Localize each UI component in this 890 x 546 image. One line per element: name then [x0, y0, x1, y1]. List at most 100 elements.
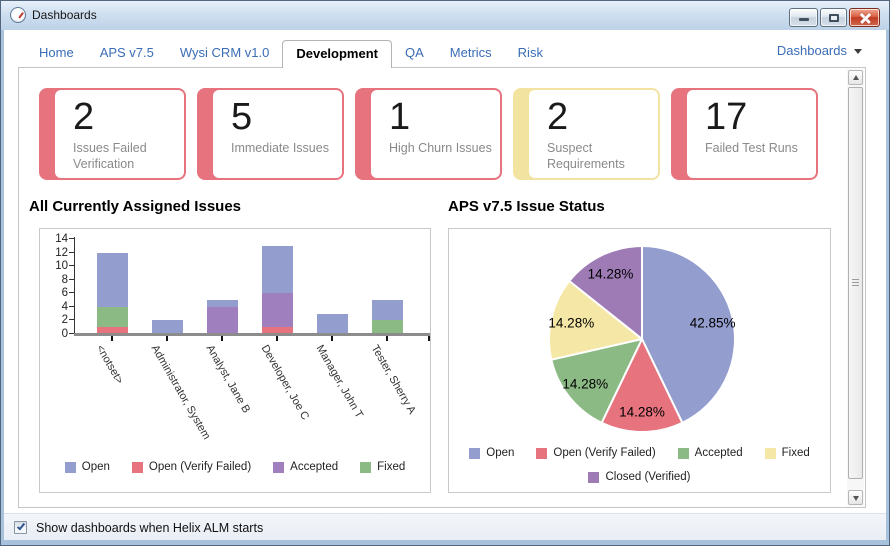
- dashboards-dropdown[interactable]: Dashboards: [777, 43, 862, 58]
- legend-item-accepted: Accepted: [678, 447, 743, 459]
- y-tick-mark: [69, 238, 74, 239]
- pie-chart-legend-row-2: Closed (Verified): [449, 471, 830, 483]
- maximize-button[interactable]: [820, 8, 847, 27]
- show-dashboards-checkbox[interactable]: [14, 521, 27, 534]
- kpi-label: Issues Failed Verification: [73, 140, 178, 172]
- kpi-card-body: 2Issues Failed Verification: [55, 90, 184, 178]
- app-window: Dashboards HomeAPS v7.5Wysi CRM v1.0Deve…: [0, 0, 890, 546]
- window-controls: [789, 8, 880, 27]
- pie-slice-label: 14.28%: [548, 315, 594, 330]
- bar-segment-fixed: [97, 307, 128, 327]
- tab-strip: HomeAPS v7.5Wysi CRM v1.0DevelopmentQAMe…: [26, 40, 556, 67]
- pie-slice-label: 14.28%: [562, 377, 608, 392]
- bar-chart-legend: Open Open (Verify Failed) Accepted Fixed: [40, 461, 430, 473]
- kpi-card-issues-failed-verification[interactable]: 2Issues Failed Verification: [39, 88, 186, 180]
- x-axis-labels: <notset>Administrator, SystemAnalyst, Ja…: [40, 341, 430, 459]
- close-button[interactable]: [849, 8, 880, 27]
- tab-development[interactable]: Development: [282, 40, 392, 68]
- legend-swatch: [536, 448, 547, 459]
- legend-swatch: [588, 472, 599, 483]
- tab-qa[interactable]: QA: [392, 40, 437, 67]
- kpi-value: 2: [547, 96, 652, 138]
- y-tick-mark: [69, 306, 74, 307]
- legend-swatch: [132, 462, 143, 473]
- kpi-label: Immediate Issues: [231, 140, 336, 156]
- bar-segment-open: [262, 246, 293, 294]
- tab-risk[interactable]: Risk: [505, 40, 556, 67]
- legend-label: Open (Verify Failed): [149, 461, 251, 473]
- legend-label: Open: [82, 461, 110, 473]
- bar-segment-open: [97, 253, 128, 307]
- legend-label: Fixed: [377, 461, 405, 473]
- bar-chart-box: <notset>Administrator, SystemAnalyst, Ja…: [39, 228, 431, 493]
- x-tick-mark: [276, 336, 278, 341]
- bar-segment-accepted: [207, 307, 238, 334]
- y-tick-label: 12: [40, 246, 68, 260]
- kpi-card-failed-test-runs[interactable]: 17 Failed Test Runs: [671, 88, 818, 180]
- kpi-card-immediate-issues[interactable]: 5Immediate Issues: [197, 88, 344, 180]
- legend-swatch: [469, 448, 480, 459]
- y-tick-label: 10: [40, 259, 68, 273]
- legend-item-accepted: Accepted: [273, 461, 338, 473]
- pie-slice-label: 14.28%: [588, 266, 634, 281]
- x-axis: [74, 333, 430, 336]
- kpi-card-body: 1High Churn Issues: [371, 90, 500, 178]
- kpi-value: 1: [389, 96, 494, 138]
- tab-metrics[interactable]: Metrics: [437, 40, 505, 67]
- x-axis-label: <notset>: [94, 343, 126, 386]
- legend-label: Accepted: [290, 461, 338, 473]
- bar-segment-open: [207, 300, 238, 307]
- tab-wysi-crm-v1-0[interactable]: Wysi CRM v1.0: [167, 40, 282, 67]
- footer-bar: Show dashboards when Helix ALM starts: [4, 513, 886, 540]
- scrollbar-thumb[interactable]: [848, 87, 863, 479]
- minimize-button[interactable]: [789, 8, 818, 27]
- legend-item-fixed: Fixed: [765, 447, 810, 459]
- kpi-card-suspect-requirements[interactable]: 2Suspect Requirements: [513, 88, 660, 180]
- x-tick-mark: [428, 336, 430, 341]
- pie-chart-title: APS v7.5 Issue Status: [448, 198, 605, 218]
- legend-item-open-verify-failed: Open (Verify Failed): [536, 447, 655, 459]
- tab-aps-v7-5[interactable]: APS v7.5: [87, 40, 167, 67]
- scrollbar-down-button[interactable]: [848, 490, 863, 505]
- y-tick-label: 4: [40, 300, 68, 314]
- tab-home[interactable]: Home: [26, 40, 87, 67]
- dashboard-panel: 2Issues Failed Verification5Immediate Is…: [18, 67, 866, 508]
- legend-label: Closed (Verified): [605, 471, 690, 483]
- y-tick-label: 14: [40, 232, 68, 246]
- y-tick-mark: [69, 279, 74, 280]
- y-tick-label: 8: [40, 273, 68, 287]
- kpi-card-high-churn-issues[interactable]: 1High Churn Issues: [355, 88, 502, 180]
- x-tick-mark: [111, 336, 113, 341]
- pie-chart-legend-row-1: Open Open (Verify Failed) Accepted Fixed: [449, 447, 830, 459]
- check-icon: [17, 522, 25, 531]
- legend-swatch: [360, 462, 371, 473]
- kpi-card-body: 5Immediate Issues: [213, 90, 342, 178]
- x-tick-mark: [221, 336, 223, 341]
- scrollbar-up-button[interactable]: [848, 70, 863, 85]
- title-bar[interactable]: Dashboards: [1, 1, 889, 30]
- client-area: HomeAPS v7.5Wysi CRM v1.0DevelopmentQAMe…: [4, 30, 886, 540]
- kpi-card-body: 2Suspect Requirements: [529, 90, 658, 178]
- kpi-card-body: 17 Failed Test Runs: [687, 90, 816, 178]
- chevron-down-icon: [854, 49, 862, 54]
- dashboard-gauge-icon: [10, 7, 26, 23]
- x-tick-mark: [166, 336, 168, 341]
- legend-swatch: [765, 448, 776, 459]
- legend-swatch: [273, 462, 284, 473]
- x-axis-label: Analyst, Jane B: [204, 343, 253, 415]
- bar-segment-open: [372, 300, 403, 320]
- window-title: Dashboards: [32, 8, 97, 22]
- vertical-scrollbar[interactable]: [847, 69, 864, 506]
- legend-swatch: [678, 448, 689, 459]
- y-tick-label: 0: [40, 327, 68, 341]
- minimize-icon: [799, 18, 809, 21]
- y-axis: [74, 237, 75, 334]
- legend-label: Open: [486, 447, 514, 459]
- legend-item-open: Open: [65, 461, 110, 473]
- legend-item-open: Open: [469, 447, 514, 459]
- kpi-value: 17: [705, 96, 810, 138]
- cards-row: 2Issues Failed Verification5Immediate Is…: [19, 68, 865, 198]
- kpi-label: Failed Test Runs: [705, 140, 810, 156]
- bar-segment-accepted: [262, 293, 293, 327]
- legend-label: Accepted: [695, 447, 743, 459]
